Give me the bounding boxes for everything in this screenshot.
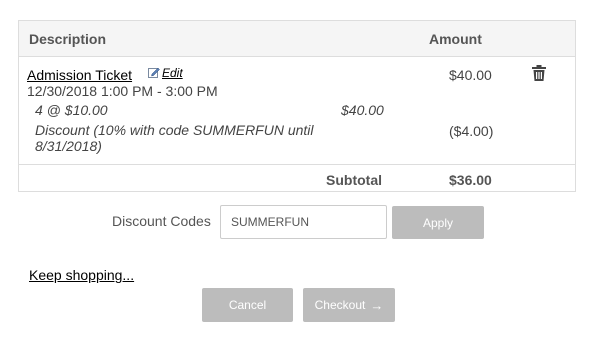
edit-label: Edit <box>162 66 183 80</box>
quantity-total: $40.00 <box>341 102 384 118</box>
column-header-description: Description <box>29 31 107 47</box>
item-amount: $40.00 <box>449 67 492 83</box>
edit-item-link[interactable]: Edit <box>148 66 183 80</box>
discount-code-input[interactable] <box>220 205 387 239</box>
discount-amount: ($4.00) <box>449 123 494 139</box>
item-name-link[interactable]: Admission Ticket <box>27 67 132 83</box>
subtotal-label: Subtotal <box>326 172 382 188</box>
checkout-label: Checkout <box>314 298 366 312</box>
keep-shopping-link[interactable]: Keep shopping... <box>29 267 134 283</box>
item-date: 12/30/2018 1:00 PM - 3:00 PM <box>27 83 218 99</box>
checkout-button[interactable]: Checkout → <box>303 288 395 322</box>
cart-table: Description Amount Admission Ticket Edit… <box>18 20 576 192</box>
discount-codes-label: Discount Codes <box>112 213 211 229</box>
apply-button[interactable]: Apply <box>392 206 484 239</box>
subtotal-value: $36.00 <box>449 172 492 188</box>
edit-pencil-icon <box>148 67 160 78</box>
trash-icon[interactable] <box>532 65 546 81</box>
column-header-amount: Amount <box>429 31 482 47</box>
cancel-button[interactable]: Cancel <box>202 288 293 322</box>
arrow-right-icon: → <box>370 297 384 313</box>
quantity-line: 4 @ $10.00 <box>35 102 108 118</box>
discount-description: Discount (10% with code SUMMERFUN until … <box>35 122 314 154</box>
subtotal-row: Subtotal $36.00 <box>19 164 575 193</box>
cart-header: Description Amount <box>19 21 575 57</box>
